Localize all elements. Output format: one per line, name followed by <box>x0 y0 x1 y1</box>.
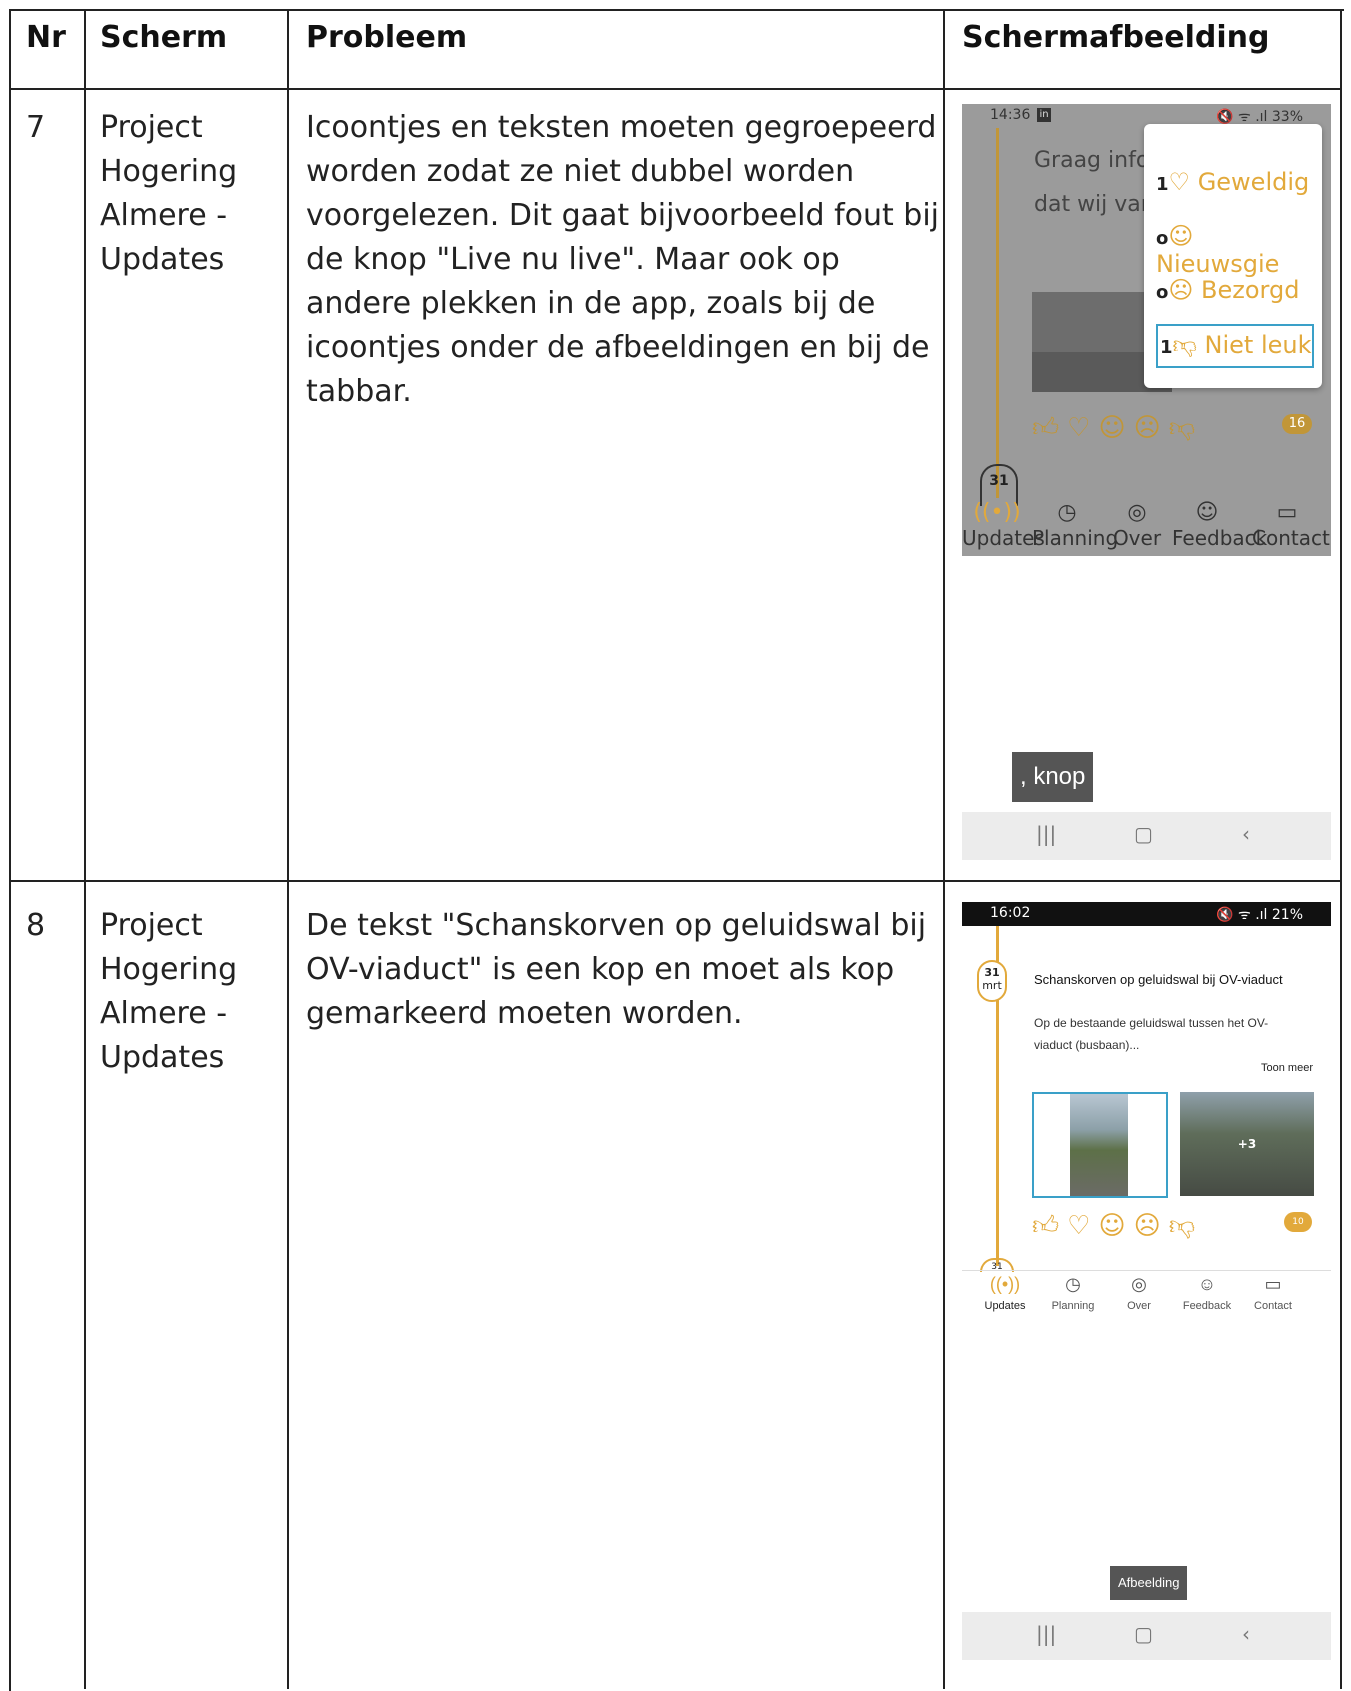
reaction-option[interactable]: o☹ Bezorgd <box>1156 276 1299 304</box>
reaction-icons[interactable]: 👍︎♡☺☹👎︎ <box>1032 412 1203 443</box>
screenreader-tooltip: , knop <box>1012 752 1094 802</box>
status-bar: 16:02 🔇 ᯤ .ıl 21% <box>962 902 1331 926</box>
broadcast-icon: ((•)) <box>973 500 1021 525</box>
reaction-option[interactable]: o☺ Nieuwsgie <box>1156 222 1322 278</box>
thinking-face-icon[interactable]: ☺ <box>1098 413 1133 443</box>
worried-face-icon[interactable]: ☹ <box>1134 1211 1169 1241</box>
screenreader-tooltip: Afbeelding <box>1110 1566 1188 1600</box>
tab-over[interactable]: ◎ Over <box>1104 1274 1174 1312</box>
tab-over[interactable]: ◎ Over <box>1102 500 1172 550</box>
screenshot-row-8: 16:02 🔇 ᯤ .ıl 21% 31 mrt Schanskorven op… <box>962 902 1331 1672</box>
recent-apps-icon[interactable]: ||| <box>1036 1622 1056 1646</box>
tab-bar: ((•)) Updates ◷ Planning ◎ Over ☺ Feedback ▭… <box>962 1274 1331 1330</box>
column-divider <box>943 9 945 1689</box>
reaction-popup: 1♡ Geweldig o☺ Nieuwsgie o☹ Bezorgd 1👎︎ … <box>1144 124 1322 388</box>
tab-planning[interactable]: ◷ Planning <box>1038 1274 1108 1312</box>
header-nr: Nr <box>26 20 66 55</box>
tab-contact[interactable]: ▭ Contact <box>1252 500 1330 550</box>
tab-feedback[interactable]: ☺ Feedback <box>1172 1274 1242 1312</box>
reaction-option[interactable]: 1♡ Geweldig <box>1156 168 1309 196</box>
clock-icon: ◷ <box>1065 1274 1081 1294</box>
row-number: 8 <box>26 908 46 943</box>
thumbs-down-icon[interactable]: 👎︎ <box>1169 1211 1203 1241</box>
tab-bar: ((•)) Updates ◷ Planning ◎ Over ☺ Feedback ▭… <box>962 500 1331 556</box>
back-icon[interactable]: ‹ <box>1242 1622 1250 1646</box>
worried-face-icon[interactable]: ☹ <box>1134 413 1169 443</box>
row-divider <box>9 880 1342 882</box>
column-divider <box>1340 9 1342 1689</box>
header-problem: Probleem <box>306 20 468 55</box>
update-title: Schanskorven op geluidswal bij OV-viaduc… <box>1034 972 1283 987</box>
date-marker: 31 mrt <box>977 960 1007 1002</box>
clock-icon: ◷ <box>1057 500 1077 525</box>
smiley-icon: ☺ <box>1197 1274 1217 1294</box>
update-text: Op de bestaande geluidswal tussen het OV… <box>1034 1016 1269 1030</box>
show-more-link[interactable]: Toon meer <box>1261 1062 1313 1074</box>
tab-planning[interactable]: ◷ Planning <box>1032 500 1118 550</box>
smiley-icon: ☺ <box>1195 500 1219 525</box>
update-image-focused[interactable] <box>1032 1092 1168 1198</box>
fingerprint-icon: ◎ <box>1131 1274 1147 1294</box>
screen-name: Project Hogering Almere - Updates <box>100 110 238 277</box>
reaction-count-badge[interactable]: 10 <box>1284 1212 1312 1232</box>
fingerprint-icon: ◎ <box>1127 500 1147 525</box>
reaction-option-focused[interactable]: 1👎︎ Niet leuk <box>1156 324 1314 368</box>
header-screen: Scherm <box>100 20 228 55</box>
chat-icon: ▭ <box>1276 500 1298 525</box>
heart-icon[interactable]: ♡ <box>1067 413 1098 443</box>
tab-updates[interactable]: ((•)) Updates <box>970 1274 1040 1312</box>
header-screenshot: Schermafbeelding <box>962 20 1270 55</box>
heart-icon[interactable]: ♡ <box>1067 1211 1098 1241</box>
problem-description: De tekst "Schanskorven op geluidswal bij… <box>306 908 927 1031</box>
home-icon[interactable]: ▢ <box>1134 1622 1153 1646</box>
timeline-line <box>996 128 999 498</box>
body-text: dat wij var <box>1034 192 1150 217</box>
column-divider <box>84 9 86 1689</box>
chat-icon: ▭ <box>1264 1274 1282 1294</box>
thumbs-up-icon[interactable]: 👍︎ <box>1032 1211 1067 1241</box>
thinking-face-icon[interactable]: ☺ <box>1098 1211 1133 1241</box>
home-icon[interactable]: ▢ <box>1134 822 1153 846</box>
row-number: 7 <box>26 110 46 145</box>
broadcast-icon: ((•)) <box>989 1274 1021 1294</box>
back-icon[interactable]: ‹ <box>1242 822 1250 846</box>
recent-apps-icon[interactable]: ||| <box>1036 822 1056 846</box>
reaction-icons[interactable]: 👍︎♡☺☹👎︎ <box>1032 1210 1203 1241</box>
screen-name: Project Hogering Almere - Updates <box>100 908 238 1075</box>
linkedin-icon: in <box>1037 108 1051 122</box>
tab-feedback[interactable]: ☺ Feedback <box>1172 500 1267 550</box>
tab-contact[interactable]: ▭ Contact <box>1238 1274 1308 1312</box>
problem-description: Icoontjes en teksten moeten gegroepeerd … <box>306 110 940 409</box>
reaction-count-badge[interactable]: 16 <box>1282 414 1312 434</box>
screenshot-row-7: 14:36 in 🔇 ᯤ .ıl 33% Graag info dat wij … <box>962 104 1331 866</box>
column-divider <box>287 9 289 1689</box>
tab-updates[interactable]: ((•)) Updates <box>962 500 1045 550</box>
update-image-more[interactable]: +3 <box>1180 1092 1314 1196</box>
row-divider <box>9 88 1342 90</box>
thumbs-up-icon[interactable]: 👍︎ <box>1032 413 1067 443</box>
body-text: Graag info <box>1034 148 1150 173</box>
thumbs-down-icon[interactable]: 👎︎ <box>1169 413 1203 443</box>
android-nav-bar: ||| ▢ ‹ <box>962 812 1331 860</box>
update-text: viaduct (busbaan)... <box>1034 1038 1140 1052</box>
android-nav-bar: ||| ▢ ‹ <box>962 1612 1331 1660</box>
